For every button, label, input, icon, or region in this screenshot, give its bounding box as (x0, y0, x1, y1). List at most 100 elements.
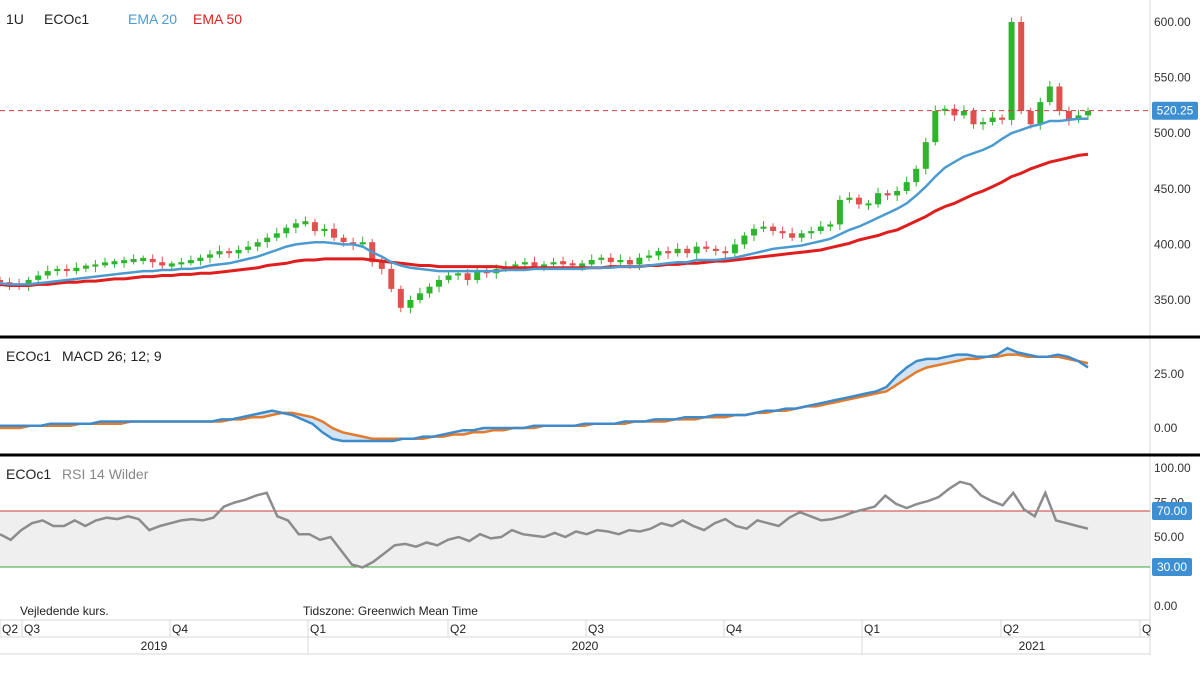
price-y-tick-label: 600.00 (1154, 15, 1191, 29)
candle-body (149, 258, 156, 263)
candle-body (197, 257, 204, 261)
candle-body (712, 248, 719, 251)
x-quarter-label: Q2 (2, 622, 18, 636)
candle-body (665, 251, 672, 254)
candle-body (73, 267, 80, 272)
candle-body (655, 251, 662, 256)
candle-body (1027, 111, 1034, 125)
rsi-y-tick-label: 100.00 (1154, 461, 1191, 475)
candle-body (292, 223, 299, 228)
x-quarter-label: Q (1142, 622, 1151, 636)
candle-body (340, 237, 347, 243)
candle-body (846, 197, 853, 200)
candle-body (168, 263, 175, 267)
candle-body (63, 268, 70, 272)
candle-body (397, 288, 404, 308)
rsi-y-tick-label: 50.00 (1154, 530, 1184, 544)
candle-body (273, 233, 280, 238)
x-quarter-label: Q4 (172, 622, 188, 636)
candle-body (521, 262, 528, 265)
candle-body (884, 193, 891, 196)
candle-body (311, 222, 318, 232)
candle-body (187, 260, 194, 264)
candle-body (54, 268, 61, 272)
ema50-legend[interactable]: EMA 50 (193, 11, 242, 27)
x-quarter-label: Q4 (726, 622, 742, 636)
candle-body (388, 268, 395, 289)
x-quarter-label: Q2 (1003, 622, 1019, 636)
candle-body (1037, 102, 1044, 125)
x-quarter-label: Q2 (450, 622, 466, 636)
candle-body (770, 226, 777, 231)
rsi-level-label: 70.00 (1157, 504, 1187, 518)
x-year-label: 2020 (572, 639, 599, 653)
candle-body (960, 111, 967, 116)
candle-body (970, 111, 977, 125)
candle-body (999, 117, 1006, 120)
x-quarter-label: Q3 (24, 622, 40, 636)
candle-body (808, 231, 815, 234)
candle-body (159, 262, 166, 266)
candle-body (588, 260, 595, 265)
candle-body (903, 182, 910, 191)
candle-body (913, 168, 920, 183)
x-quarter-label: Q3 (588, 622, 604, 636)
price-y-tick-label: 450.00 (1154, 182, 1191, 196)
candle-body (254, 242, 261, 247)
rsi-y-tick-label: 0.00 (1154, 599, 1178, 613)
candle-body (283, 227, 290, 234)
rsi-level-label: 30.00 (1157, 560, 1187, 574)
symbol-label[interactable]: ECOc1 (44, 11, 89, 27)
candle-body (455, 273, 462, 276)
rsi-band (0, 511, 1150, 567)
candle-body (951, 108, 958, 116)
x-quarter-label: Q1 (310, 622, 326, 636)
candle-body (264, 237, 271, 243)
last-price-value: 520.25 (1157, 104, 1194, 118)
candle-body (789, 233, 796, 238)
interval-label[interactable]: 1U (6, 11, 24, 27)
candle-body (82, 265, 89, 269)
candle-body (827, 224, 834, 227)
candle-body (216, 251, 223, 255)
candle-body (445, 275, 452, 280)
candle-body (359, 242, 366, 245)
candle-body (92, 264, 99, 267)
chart-canvas[interactable]: 600.00 550.00 500.00 450.00 400.00 350.00 520… (0, 0, 1200, 675)
candle-body (731, 244, 738, 254)
candle-body (378, 262, 385, 269)
candle-body (674, 248, 681, 254)
candle-body (722, 251, 729, 254)
candle-body (44, 271, 51, 276)
candle-body (579, 263, 586, 267)
candle-body (407, 300, 414, 308)
candle-body (102, 262, 108, 266)
candle-body (617, 260, 624, 263)
candle-body (1056, 86, 1063, 111)
candle-body (875, 193, 881, 205)
candle-body (569, 263, 576, 266)
candle-body (1008, 22, 1015, 120)
candle-body (646, 255, 652, 258)
candle-body (607, 257, 614, 263)
candle-body (541, 264, 547, 267)
candle-body (111, 261, 118, 265)
candle-body (550, 262, 557, 265)
macd-title[interactable]: MACD 26; 12; 9 (62, 348, 162, 364)
candle-body (894, 191, 901, 196)
candle-body (531, 262, 538, 267)
candle-body (0, 280, 3, 283)
candle-body (636, 257, 643, 265)
x-quarter-label: Q1 (864, 622, 880, 636)
candle-body (302, 221, 309, 225)
macd-y-tick-label: 25.00 (1154, 367, 1184, 381)
candle-body (751, 228, 757, 236)
rsi-title[interactable]: RSI 14 Wilder (62, 466, 149, 482)
ema20-legend[interactable]: EMA 20 (128, 11, 177, 27)
footnote: Vejledende kurs. (20, 604, 109, 618)
candle-body (779, 231, 786, 234)
chart-window: 600.00 550.00 500.00 450.00 400.00 350.00 520… (0, 0, 1200, 675)
candle-body (922, 142, 929, 169)
candle-body (684, 248, 691, 254)
candle-body (464, 273, 471, 280)
